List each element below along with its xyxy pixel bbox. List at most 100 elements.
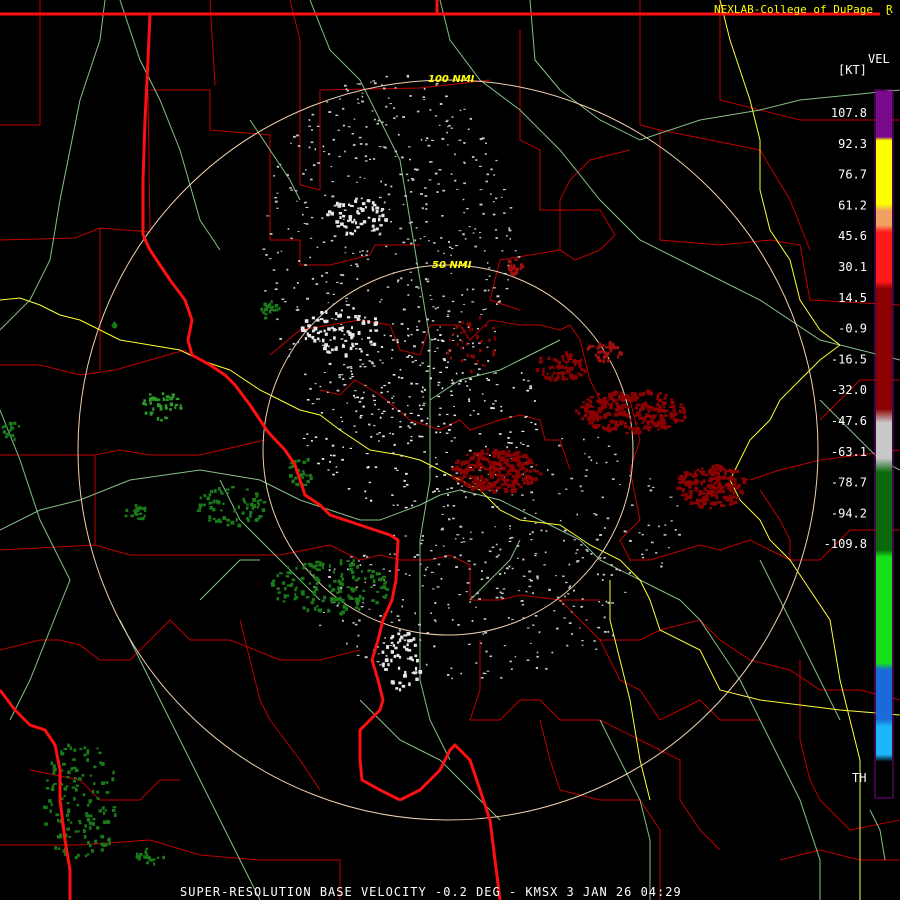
echo-pixel (407, 335, 410, 337)
echo-pixel (361, 363, 365, 365)
echo-pixel (401, 605, 404, 608)
echo-pixel (602, 397, 607, 400)
echo-pixel (484, 400, 486, 402)
echo-pixel (421, 535, 424, 537)
echo-pixel (604, 527, 606, 529)
echo-pixel (50, 761, 54, 765)
echo-pixel (311, 113, 315, 116)
echo-pixel (496, 303, 499, 306)
echo-pixel (297, 341, 300, 344)
echo-pixel (136, 508, 140, 513)
echo-pixel (509, 431, 512, 433)
echo-pixel (459, 477, 464, 480)
echo-pixel (416, 554, 419, 556)
echo-pixel (359, 564, 362, 566)
echo-pixel (530, 466, 533, 468)
echo-pixel (391, 433, 395, 435)
echo-pixel (397, 632, 401, 636)
echo-pixel (715, 463, 720, 467)
echo-pixel (645, 549, 649, 551)
echo-pixel (548, 366, 552, 370)
echo-pixel (724, 498, 729, 502)
echo-pixel (486, 670, 490, 672)
echo-pixel (451, 467, 456, 472)
echo-pixel (454, 153, 456, 156)
echo-pixel (321, 275, 324, 277)
echo-pixel (343, 364, 346, 366)
echo-pixel (529, 533, 532, 535)
echo-pixel (342, 343, 345, 346)
echo-pixel (657, 425, 660, 428)
echo-pixel (338, 212, 343, 215)
echo-pixel (492, 403, 495, 405)
echo-pixel (471, 301, 475, 303)
echo-pixel (522, 454, 527, 458)
echo-pixel (100, 834, 104, 839)
echo-pixel (513, 469, 518, 472)
echo-pixel (370, 499, 373, 502)
echo-pixel (381, 650, 385, 654)
echo-pixel (406, 356, 409, 358)
echo-pixel (341, 345, 345, 348)
echo-pixel (508, 227, 511, 230)
echo-pixel (65, 814, 69, 817)
echo-pixel (469, 328, 471, 332)
echo-pixel (416, 658, 419, 663)
echo-pixel (351, 562, 355, 567)
echo-pixel (285, 575, 290, 578)
echo-pixel (86, 758, 90, 762)
echo-pixel (343, 209, 347, 212)
echo-pixel (93, 782, 96, 785)
echo-pixel (494, 330, 496, 333)
echo-pixel (296, 308, 300, 311)
echo-pixel (345, 297, 348, 299)
echo-pixel (209, 506, 213, 510)
echo-pixel (390, 621, 394, 623)
echo-pixel (485, 279, 488, 281)
echo-pixel (655, 552, 658, 554)
echo-pixel (321, 562, 325, 566)
echo-pixel (399, 421, 402, 423)
echo-pixel (428, 240, 430, 242)
echo-pixel (310, 141, 314, 144)
echo-pixel (729, 468, 733, 473)
echo-pixel (92, 817, 96, 821)
echo-pixel (472, 232, 475, 234)
echo-pixel (406, 657, 410, 660)
echo-pixel (476, 327, 479, 330)
echo-pixel (493, 335, 496, 339)
echo-pixel (460, 311, 463, 313)
echo-pixel (10, 425, 13, 428)
echo-pixel (649, 489, 653, 492)
echo-pixel (585, 619, 588, 621)
echo-pixel (596, 392, 601, 396)
echo-pixel (593, 411, 599, 415)
echo-pixel (583, 413, 588, 416)
echo-pixel (545, 530, 548, 532)
echo-pixel (502, 588, 506, 590)
echo-pixel (69, 821, 73, 824)
echo-pixel (479, 348, 482, 353)
echo-pixel (108, 837, 111, 840)
echo-pixel (334, 347, 338, 351)
echo-pixel (551, 374, 554, 378)
echo-pixel (510, 490, 515, 494)
echo-pixel (62, 762, 66, 766)
echo-pixel (165, 395, 170, 398)
echo-pixel (367, 569, 370, 573)
echo-pixel (669, 398, 674, 401)
echo-pixel (321, 338, 325, 343)
highways (0, 0, 900, 900)
echo-pixel (393, 107, 396, 109)
echo-pixel (355, 410, 358, 413)
echo-pixel (607, 630, 610, 633)
echo-pixel (349, 204, 354, 207)
echo-pixel (317, 462, 320, 465)
echo-pixel (372, 579, 376, 584)
echo-pixel (603, 401, 607, 405)
echo-pixel (88, 826, 92, 830)
echo-pixel (355, 586, 358, 588)
echo-pixel (343, 333, 346, 336)
echo-pixel (465, 468, 470, 471)
echo-pixel (478, 467, 483, 470)
